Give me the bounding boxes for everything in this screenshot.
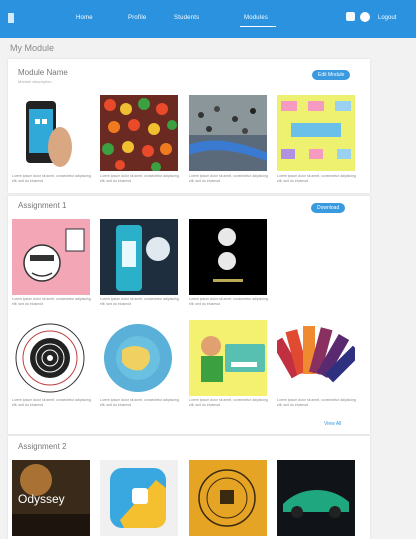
view-all-link[interactable]: View All: [324, 421, 341, 427]
module-card-caption-3: Lorem ipsum dolor sit amet, consectetur …: [189, 174, 268, 183]
seal-badge-image: [189, 460, 267, 536]
cartoon-face-image: [12, 219, 90, 295]
assignment-2-tile-4[interactable]: [277, 460, 355, 536]
nav-home[interactable]: Home: [76, 15, 93, 21]
concentric-circles-image: [15, 323, 85, 393]
exhibit-image: [100, 219, 178, 295]
character-illustration-image: [189, 320, 267, 396]
odyssey-tile-text: Odyssey: [18, 492, 65, 506]
assignment-1-tile-6[interactable]: [189, 320, 267, 396]
nav-active-indicator: [240, 26, 276, 27]
assignment-2-tile-2[interactable]: [100, 460, 178, 536]
nav-modules[interactable]: Modules: [244, 15, 268, 21]
module-subtitle: Module description: [18, 79, 52, 84]
assignment-1-title: Assignment 1: [18, 201, 67, 210]
assignment-2-tile-3[interactable]: [189, 460, 267, 536]
module-card-caption-1: Lorem ipsum dolor sit amet, consectetur …: [12, 174, 91, 183]
assignment-1-caption-6: Lorem ipsum dolor sit amet, consectetur …: [189, 398, 268, 407]
module-title: Module Name: [18, 68, 68, 77]
app-icon-image: [110, 468, 166, 528]
assignment-1-caption-1: Lorem ipsum dolor sit amet, consectetur …: [12, 297, 91, 306]
module-tile-2[interactable]: [100, 95, 178, 171]
two-circles-image: [189, 219, 267, 295]
nav-students[interactable]: Students: [174, 15, 199, 21]
assignment-1-tile-4[interactable]: [12, 320, 90, 396]
assignment-1-tile-5[interactable]: [100, 320, 178, 396]
assignment-1-tile-7[interactable]: [277, 320, 355, 396]
assignment-1-caption-4: Lorem ipsum dolor sit amet, consectetur …: [12, 398, 91, 407]
diagram-image: [277, 95, 355, 171]
logout-link[interactable]: Logout: [378, 15, 396, 21]
module-tile-4[interactable]: [277, 95, 355, 171]
module-tile-3[interactable]: [189, 95, 267, 171]
brand-mark[interactable]: [8, 13, 14, 23]
assignment-1-tile-1[interactable]: [12, 219, 90, 295]
world-map-circle-image: [104, 324, 172, 392]
crowd-image: [189, 95, 267, 171]
assignment-1-tile-3[interactable]: [189, 219, 267, 295]
fruit-market-image: [100, 95, 178, 171]
module-card-caption-2: Lorem ipsum dolor sit amet, consectetur …: [100, 174, 179, 183]
assignment-2-title: Assignment 2: [18, 442, 67, 451]
sports-car-image: [277, 460, 355, 536]
phone-hand-image: [26, 101, 72, 167]
assignment-1-caption-5: Lorem ipsum dolor sit amet, consectetur …: [100, 398, 179, 407]
nav-profile[interactable]: Profile: [128, 15, 146, 21]
page-title: My Module: [10, 43, 55, 53]
assignment-1-caption-7: Lorem ipsum dolor sit amet, consectetur …: [277, 398, 356, 407]
assignment-2-tile-1[interactable]: Odyssey: [12, 460, 90, 536]
module-tile-1[interactable]: [12, 95, 90, 171]
module-card-caption-4: Lorem ipsum dolor sit amet, consectetur …: [277, 174, 356, 183]
edit-module-button[interactable]: Edit Module: [312, 70, 351, 80]
top-nav: Home Profile Students Modules Logout: [0, 0, 416, 38]
assignment-1-caption-3: Lorem ipsum dolor sit amet, consectetur …: [189, 297, 268, 306]
download-button[interactable]: Download: [311, 203, 346, 213]
assignment-1-tile-2[interactable]: [100, 219, 178, 295]
notification-icon[interactable]: [346, 12, 355, 21]
assignment-1-caption-2: Lorem ipsum dolor sit amet, consectetur …: [100, 297, 179, 306]
color-swatches-image: [277, 326, 355, 383]
avatar[interactable]: [360, 12, 370, 22]
